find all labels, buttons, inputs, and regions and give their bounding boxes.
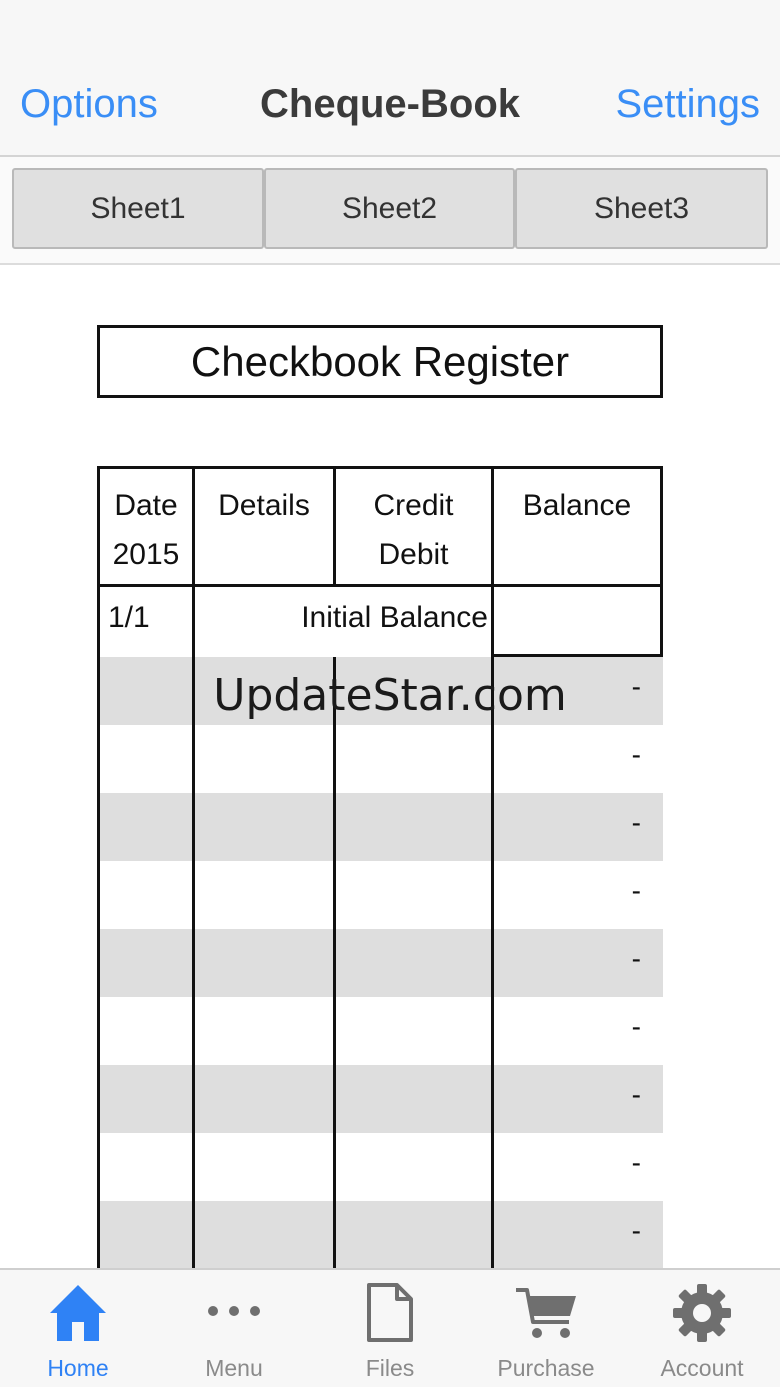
options-button[interactable]: Options [20,82,158,127]
header-date-label: Date [114,489,178,522]
shopping-cart-icon [516,1288,576,1338]
table-row[interactable]: - [97,1133,663,1201]
more-dots-icon [208,1306,260,1316]
tab-account[interactable]: Account [624,1270,780,1387]
column-divider [192,657,195,1268]
gear-icon [673,1284,731,1342]
tab-menu-label: Menu [205,1355,263,1381]
initial-balance-cell[interactable] [491,584,663,657]
balance-cell: - [631,943,641,974]
initial-date-cell[interactable]: 1/1 [97,584,195,657]
table-row[interactable]: - [97,1065,663,1133]
header-details[interactable]: Details [192,466,336,587]
balance-cell: - [631,671,641,702]
sheet-tab-3[interactable]: Sheet3 [515,168,768,249]
balance-cell: - [631,1079,641,1110]
table-row[interactable]: - [97,997,663,1065]
tab-purchase-label: Purchase [497,1355,595,1381]
tab-purchase[interactable]: Purchase [468,1270,624,1387]
balance-cell: - [631,1011,641,1042]
balance-cell: - [631,875,641,906]
register-table: - - - - - - - - - Date 2015 Details Cred… [97,466,663,1268]
tab-files-label: Files [365,1355,415,1381]
column-divider [333,657,336,1268]
spreadsheet-view[interactable]: Checkbook Register - - - - - - - - - Dat… [0,265,780,1268]
file-icon [367,1283,413,1342]
balance-cell: - [631,1215,641,1246]
balance-cell: - [631,739,641,770]
column-divider [97,657,100,1268]
header-credit-debit[interactable]: Credit Debit [333,466,494,587]
balance-cell: - [631,807,641,838]
table-row[interactable]: - [97,793,663,861]
tab-menu[interactable]: Menu [156,1270,312,1387]
header-year-label: 2015 [112,538,180,571]
table-row[interactable]: - [97,725,663,793]
home-icon [50,1285,106,1341]
tab-home[interactable]: Home [0,1270,156,1387]
register-title: Checkbook Register [97,325,663,398]
header-balance[interactable]: Balance [491,466,663,587]
tab-files[interactable]: Files [312,1270,468,1387]
header-date[interactable]: Date 2015 [97,466,195,587]
sheet-tabs: Sheet1 Sheet2 Sheet3 [0,157,780,265]
settings-button[interactable]: Settings [615,82,760,127]
navigation-bar: Options Cheque-Book Settings [0,0,780,157]
table-row[interactable]: - [97,1201,663,1268]
sheet-tab-2[interactable]: Sheet2 [264,168,515,249]
table-row[interactable]: - [97,929,663,997]
tab-bar: Home Menu Files Purchase Account [0,1268,780,1387]
tab-home-label: Home [47,1355,109,1381]
table-row[interactable]: - [97,657,663,725]
tab-account-label: Account [660,1355,744,1381]
initial-balance-label[interactable]: Initial Balance [192,584,494,657]
balance-cell: - [631,1147,641,1178]
header-credit-label: Credit [373,489,454,522]
sheet-tab-1[interactable]: Sheet1 [12,168,264,249]
header-details-label: Details [218,489,310,522]
table-row[interactable]: - [97,861,663,929]
header-debit-label: Debit [378,538,449,571]
column-divider [491,657,494,1268]
header-balance-label: Balance [522,489,632,522]
